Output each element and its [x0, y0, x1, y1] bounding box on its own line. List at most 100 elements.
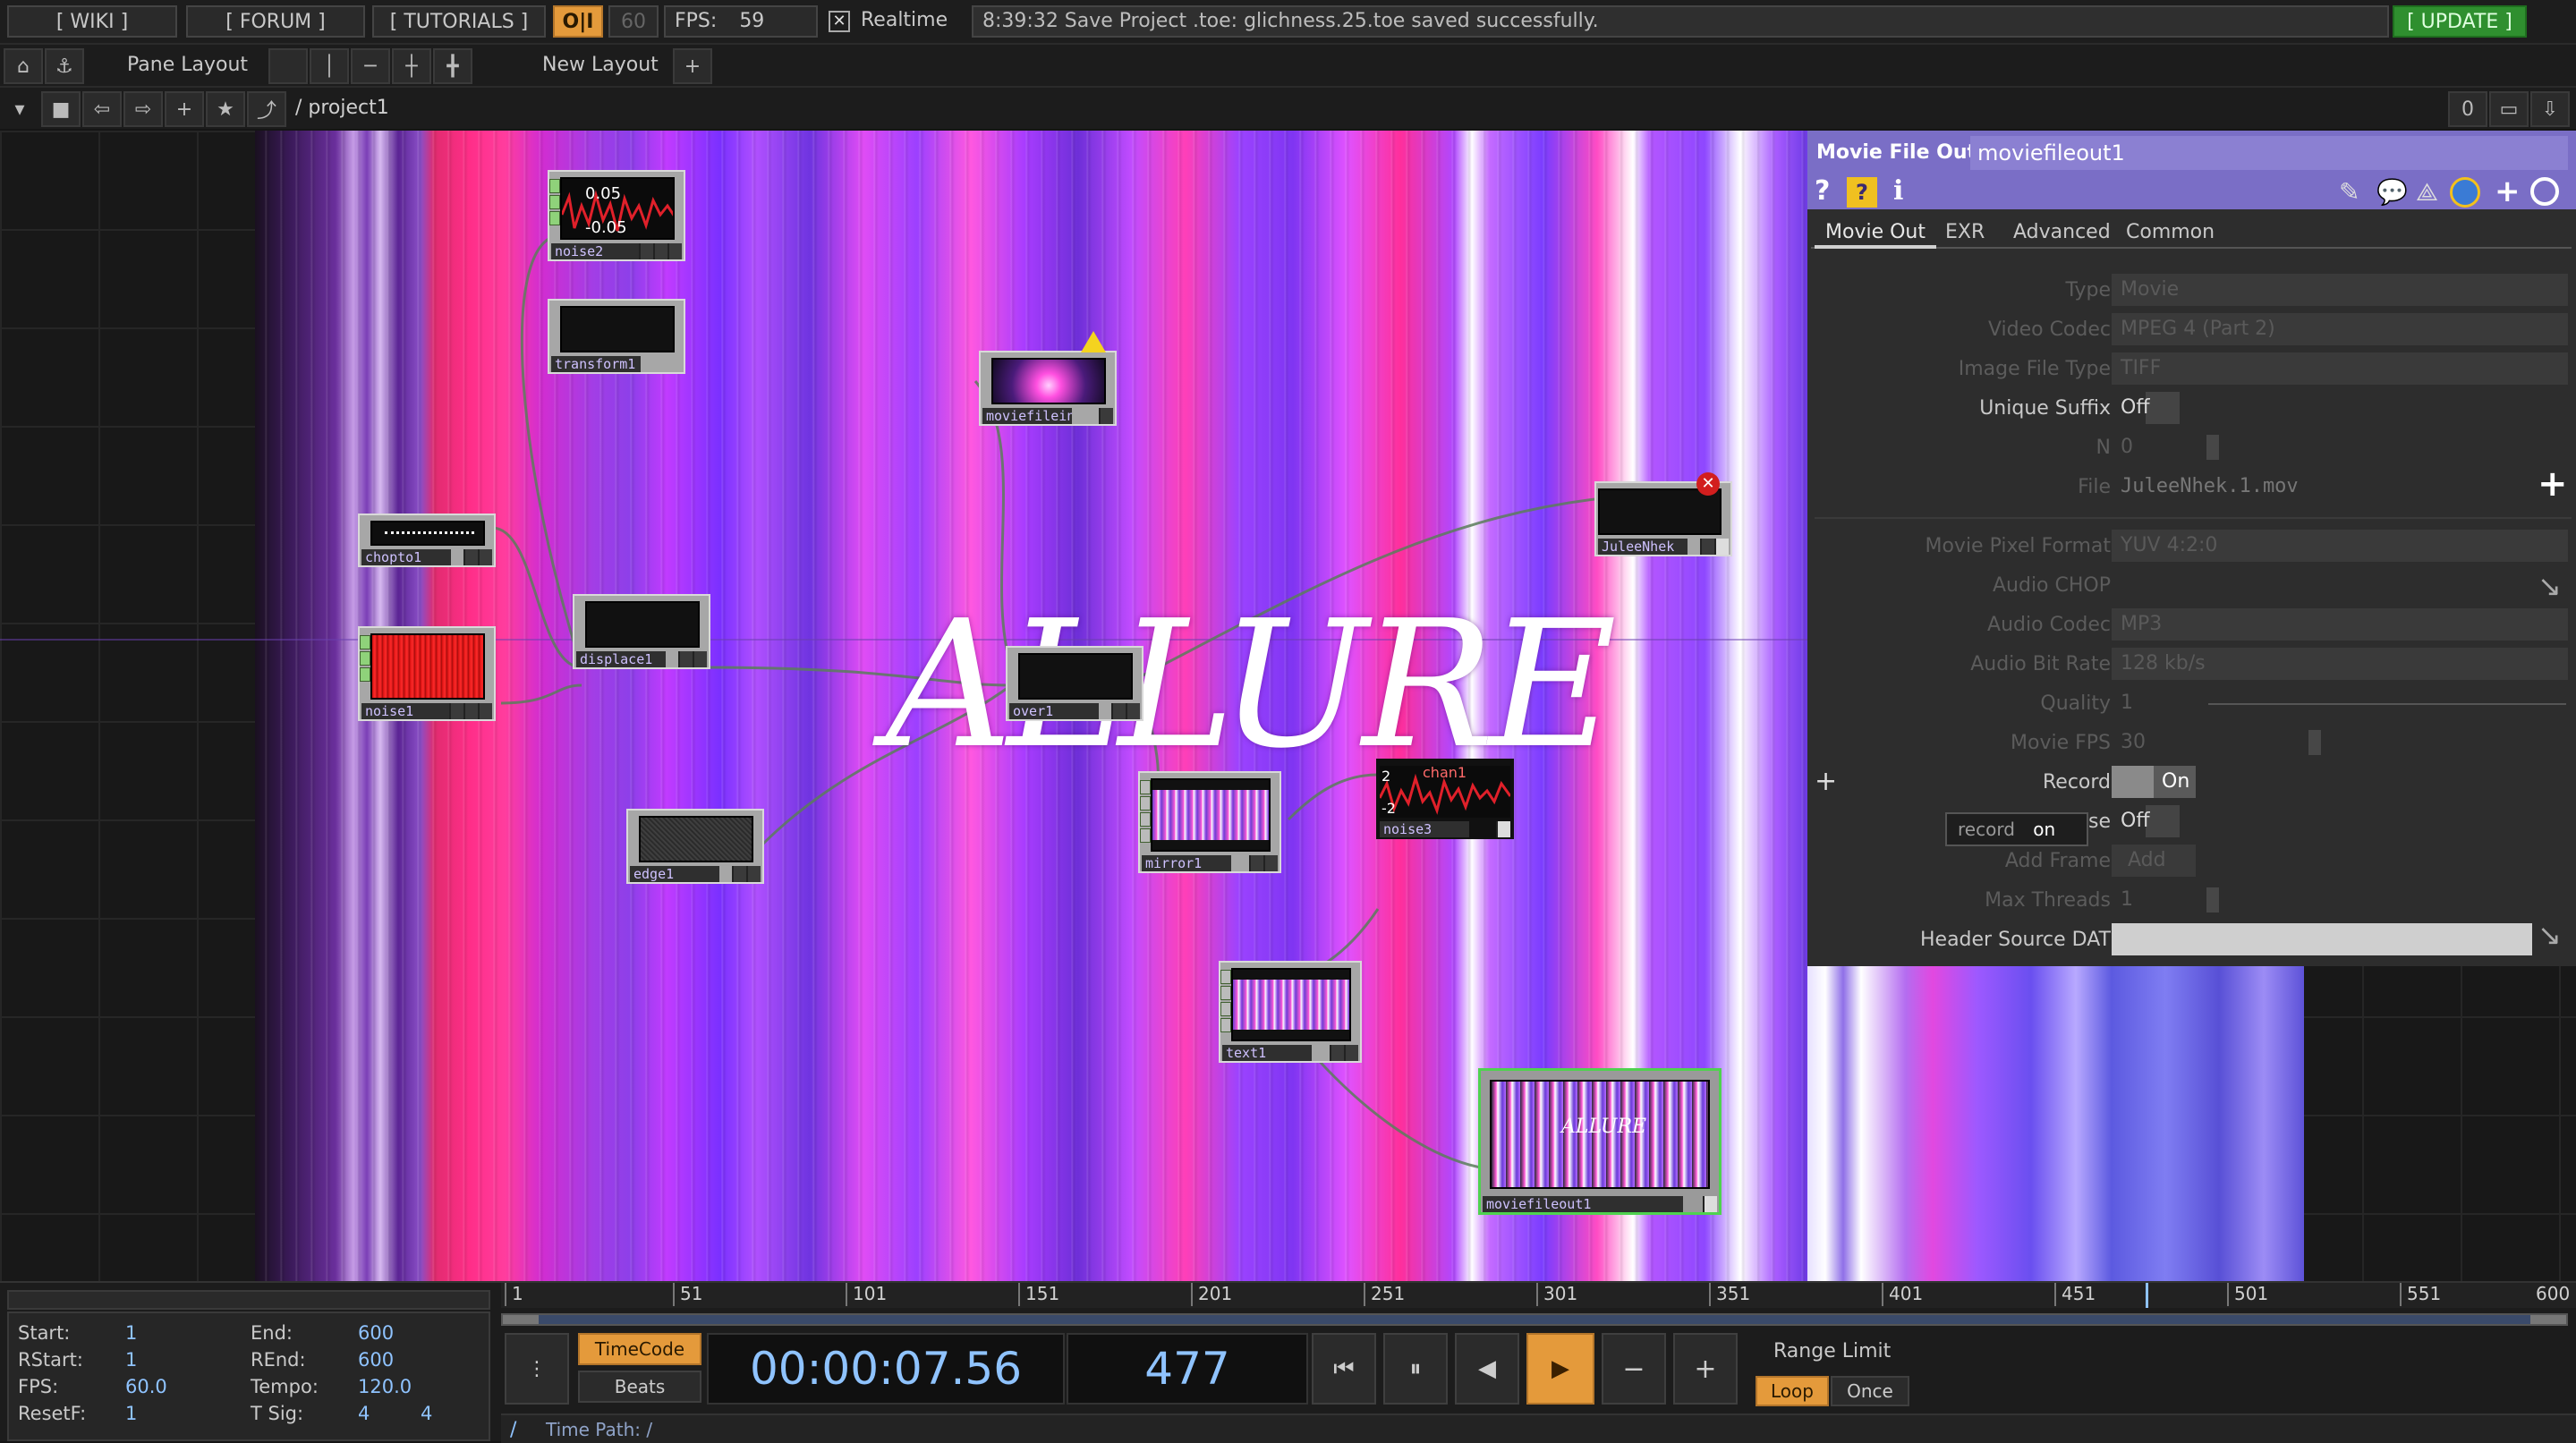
error-icon[interactable]: ✕ [1696, 472, 1720, 496]
pause-toggle[interactable]: Off [2112, 805, 2180, 837]
comment-icon[interactable]: 💬 [2376, 177, 2408, 207]
layout-hsplit-icon[interactable]: ─ [351, 48, 390, 84]
once-button[interactable]: Once [1831, 1376, 1909, 1406]
tempo-value[interactable]: 120.0 [358, 1376, 412, 1397]
file-browse-icon[interactable]: + [2538, 463, 2568, 505]
rewind-icon[interactable]: ⏮ [1312, 1333, 1376, 1405]
header-source-arrow-icon[interactable]: ↘ [2538, 918, 2562, 952]
timecode-display[interactable]: 00:00:07.56 [707, 1333, 1065, 1405]
type-menu[interactable]: Movie [2112, 274, 2568, 306]
node-connector[interactable] [1140, 780, 1151, 794]
node-moviefileout1[interactable]: ALLURE moviefileout1 [1478, 1068, 1722, 1215]
node-chopto1[interactable]: chopto1 [358, 514, 496, 567]
resetf-value[interactable]: 1 [125, 1403, 137, 1424]
range-bar[interactable] [501, 1313, 2568, 1326]
node-flag[interactable] [1496, 821, 1510, 837]
timecode-button[interactable]: TimeCode [578, 1333, 701, 1365]
range-end-handle[interactable] [2530, 1315, 2566, 1324]
node-flag[interactable] [746, 866, 761, 882]
node-noise3[interactable]: chan1 2 -2 noise3 [1376, 759, 1514, 839]
chevron-down-icon[interactable]: ▾ [0, 91, 39, 127]
node-over1[interactable]: over1 [1006, 646, 1143, 721]
movie-fps-slider-handle[interactable] [2308, 730, 2321, 755]
node-noise1[interactable]: noise1 [358, 626, 496, 721]
node-flag[interactable] [1330, 1045, 1344, 1061]
node-flag[interactable] [1111, 703, 1126, 719]
warning-icon[interactable] [1081, 331, 1106, 352]
end-value[interactable]: 600 [358, 1322, 394, 1344]
add-icon[interactable]: + [165, 91, 204, 127]
timeline-settings-toggle[interactable]: ⋮ [505, 1333, 569, 1405]
quality-slider[interactable] [2208, 703, 2566, 705]
node-connector[interactable] [360, 667, 370, 682]
range-start-handle[interactable] [503, 1315, 539, 1324]
layout-vsplit-icon[interactable]: │ [310, 48, 349, 84]
n-slider-handle[interactable] [2206, 435, 2219, 460]
playhead[interactable] [2146, 1283, 2148, 1308]
home-icon[interactable]: ⌂ [4, 48, 43, 84]
node-flag[interactable] [732, 866, 746, 882]
add-layout-icon[interactable]: + [673, 48, 712, 84]
node-flag[interactable] [667, 243, 682, 259]
target-fps-field[interactable]: 60 [608, 5, 659, 38]
node-flag[interactable] [1126, 703, 1140, 719]
node-flag[interactable] [678, 651, 693, 667]
network-path[interactable]: / project1 [295, 97, 389, 119]
audio-chop-arrow-icon[interactable]: ↘ [2538, 569, 2562, 603]
unique-suffix-toggle[interactable]: Off [2112, 392, 2180, 424]
update-button[interactable]: [ UPDATE ] [2393, 5, 2527, 38]
node-connector[interactable] [360, 651, 370, 666]
frame-display[interactable]: 477 [1067, 1333, 1308, 1405]
import-icon[interactable]: ⇩ [2530, 91, 2570, 127]
image-file-type-menu[interactable]: TIFF [2112, 352, 2568, 385]
counter-field[interactable]: 0 [2448, 91, 2487, 127]
beats-button[interactable]: Beats [578, 1371, 701, 1403]
wiki-button[interactable]: [ WIKI ] [7, 5, 177, 38]
tutorials-button[interactable]: [ TUTORIALS ] [372, 5, 546, 38]
clone-icon[interactable]: ⟁ [2416, 177, 2438, 208]
layout-three-icon[interactable]: ┼ [392, 48, 431, 84]
node-flag[interactable] [478, 549, 492, 565]
play-forward-icon[interactable]: ▶ [1526, 1333, 1594, 1405]
anchor-icon[interactable]: ⚓ [45, 48, 84, 84]
add-frame-button[interactable]: Add [2112, 845, 2196, 877]
node-flag[interactable] [653, 243, 667, 259]
realtime-checkbox[interactable]: ✕ [829, 11, 850, 32]
node-connector[interactable] [1220, 1018, 1231, 1032]
max-threads-slider-handle[interactable] [2206, 887, 2219, 912]
node-juleenhek[interactable]: ✕ JuleeNhek [1594, 472, 1732, 556]
python-icon[interactable] [2450, 177, 2480, 208]
node-connector[interactable] [1140, 828, 1151, 843]
operator-name-field[interactable]: moviefileout1 [1970, 136, 2568, 170]
layout-quad-icon[interactable]: ╋ [433, 48, 472, 84]
node-connector[interactable] [1140, 796, 1151, 811]
tsig-value-numerator[interactable]: 4 [358, 1403, 370, 1424]
rend-value[interactable]: 600 [358, 1349, 394, 1371]
node-displace1[interactable]: displace1 [573, 594, 710, 669]
forward-icon[interactable]: ⇨ [123, 91, 163, 127]
audio-codec-menu[interactable]: MP3 [2112, 608, 2568, 641]
file-field[interactable]: JuleeNhek.1.mov [2112, 471, 2505, 503]
record-toggle[interactable]: On [2112, 766, 2196, 798]
tab-common[interactable]: Common [2119, 218, 2222, 249]
node-connector[interactable] [1220, 986, 1231, 1000]
timeline-ruler[interactable]: 1 51 101 151 201 251 301 351 401 451 501… [501, 1283, 2576, 1308]
info-icon[interactable]: i [1893, 175, 1903, 207]
node-flag[interactable] [1703, 1196, 1717, 1212]
rstart-value[interactable]: 1 [125, 1349, 137, 1371]
fps-setting-value[interactable]: 60.0 [125, 1376, 167, 1397]
node-flag[interactable] [478, 703, 492, 719]
parent-icon[interactable]: ⤴ [247, 91, 286, 127]
add-parameter-icon[interactable]: + [2495, 174, 2521, 209]
max-threads-field[interactable]: 1 [2112, 884, 2183, 916]
layout-single-icon[interactable] [268, 48, 308, 84]
python-help-icon[interactable]: ? [1847, 177, 1877, 208]
n-field[interactable]: 0 [2112, 431, 2201, 463]
tab-advanced[interactable]: Advanced [2006, 218, 2118, 249]
time-path[interactable]: Time Path: / [546, 1419, 652, 1440]
oi-toggle[interactable]: O|I [553, 5, 603, 38]
node-text1[interactable]: text1 [1219, 961, 1362, 1063]
node-flag[interactable] [463, 703, 478, 719]
node-connector[interactable] [549, 211, 560, 225]
edit-icon[interactable]: ✎ [2339, 177, 2359, 207]
